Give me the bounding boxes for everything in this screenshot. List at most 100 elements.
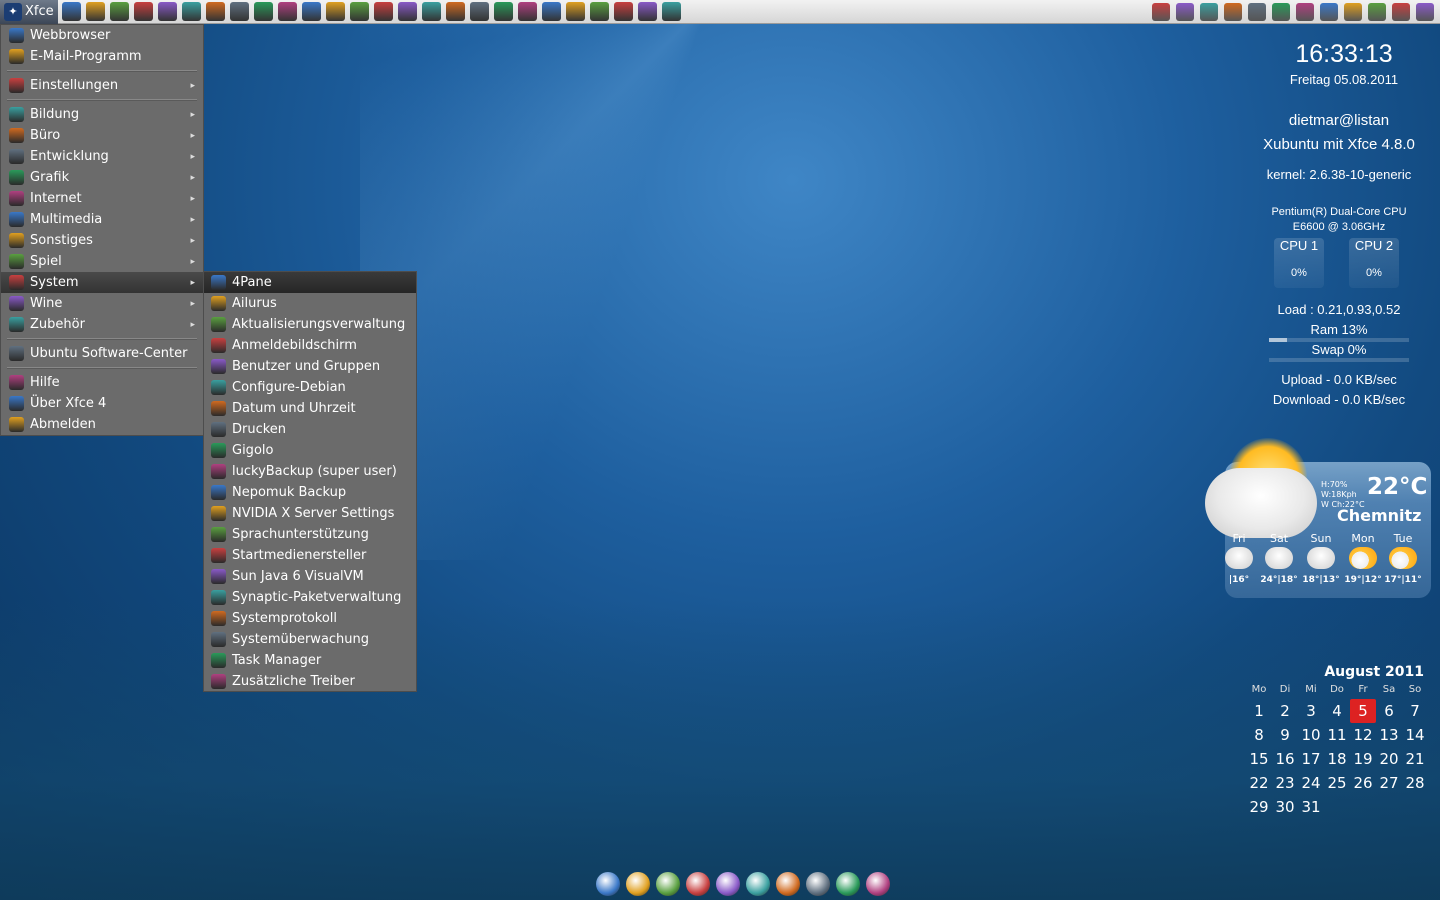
menu-item-zubehör[interactable]: Zubehör ▸ [1,314,203,335]
game-icon[interactable] [613,2,633,21]
music-icon[interactable] [589,2,609,21]
volume-icon[interactable] [1416,2,1434,21]
menu-item-büro[interactable]: Büro ▸ [1,125,203,146]
calendar-day: 6 [1384,702,1394,720]
calendar-day: 29 [1249,798,1269,816]
menu-item-startmedienersteller[interactable]: Startmedienersteller [204,545,416,566]
car-icon[interactable] [493,2,513,21]
opera-icon[interactable] [373,2,393,21]
menu-item-einstellungen[interactable]: Einstellungen ▸ [1,75,203,96]
menu-item-anmeldebildschirm[interactable]: Anmeldebildschirm [204,335,416,356]
menu-item-sonstiges[interactable]: Sonstiges ▸ [1,230,203,251]
menu-item-sprachunterstützung[interactable]: Sprachunterstützung [204,524,416,545]
pen-icon[interactable] [686,872,710,896]
menu-item-label: 4Pane [232,275,272,290]
menu-item-label: Gigolo [232,443,274,458]
network-updown-icon[interactable] [1368,2,1386,21]
camera-icon[interactable] [1200,2,1218,21]
calendar-week: 1234567 [1246,699,1430,723]
menu-item-label: Abmelden [30,417,96,432]
app-icon[interactable] [661,2,681,21]
menu-item-bildung[interactable]: Bildung ▸ [1,104,203,125]
menu-item-nepomuk-backup[interactable]: Nepomuk Backup [204,482,416,503]
globe-icon[interactable] [541,2,561,21]
menu-item-grafik[interactable]: Grafik ▸ [1,167,203,188]
people-icon[interactable] [637,2,657,21]
network-icon[interactable] [229,2,249,21]
calendar-day: 24 [1301,774,1321,792]
firefox-icon[interactable] [157,2,177,21]
hp-icon[interactable] [1344,2,1362,21]
menu-item-spiel[interactable]: Spiel ▸ [1,251,203,272]
menu-item-hilfe[interactable]: Hilfe [1,372,203,393]
keyboard-icon[interactable] [1272,2,1290,21]
files-icon[interactable] [133,2,153,21]
terminal-icon[interactable] [61,2,81,21]
chevron-right-icon: ▸ [190,298,195,309]
thunderbird-icon[interactable] [626,872,650,896]
menu-item-luckybackup-super-user-[interactable]: luckyBackup (super user) [204,461,416,482]
menu-item-ubuntu-software-center[interactable]: Ubuntu Software-Center [1,343,203,364]
calc-icon[interactable] [1176,2,1194,21]
menu-item-multimedia[interactable]: Multimedia ▸ [1,209,203,230]
menu-item-4pane[interactable]: 4Pane [204,272,416,293]
s-icon[interactable] [325,2,345,21]
menu-item-benutzer-und-gruppen[interactable]: Benutzer und Gruppen [204,356,416,377]
doc-icon[interactable] [469,2,489,21]
menu-item-systemprotokoll[interactable]: Systemprotokoll [204,608,416,629]
menu-item-synaptic-paketverwaltung[interactable]: Synaptic-Paketverwaltung [204,587,416,608]
menu-item-internet[interactable]: Internet ▸ [1,188,203,209]
opera-icon[interactable] [716,872,740,896]
text-editor-icon[interactable] [109,2,129,21]
menu-item-nvidia-x-server-settings[interactable]: NVIDIA X Server Settings [204,503,416,524]
menu-item-label: Nepomuk Backup [232,485,347,500]
calendar-day: 1 [1254,702,1264,720]
vlc-icon[interactable] [565,2,585,21]
menu-item-gigolo[interactable]: Gigolo [204,440,416,461]
pidgin-icon[interactable] [746,872,770,896]
help-icon [9,375,24,390]
menu-item-systemüberwachung[interactable]: Systemüberwachung [204,629,416,650]
language-icon [211,527,226,542]
disk-icon[interactable] [806,872,830,896]
menu-item-aktualisierungsverwaltung[interactable]: Aktualisierungsverwaltung [204,314,416,335]
ailurus-icon[interactable] [776,872,800,896]
ailurus-icon[interactable] [181,2,201,21]
pdf-icon[interactable] [1224,2,1242,21]
network-icon[interactable] [836,872,860,896]
menu-item-configure-debian[interactable]: Configure-Debian [204,377,416,398]
menu-item-datum-und-uhrzeit[interactable]: Datum und Uhrzeit [204,398,416,419]
menu-item-task-manager[interactable]: Task Manager [204,650,416,671]
menu-item-sun-java-6-visualvm[interactable]: Sun Java 6 VisualVM [204,566,416,587]
network-tool-icon[interactable] [517,2,537,21]
printer-icon[interactable] [1152,2,1170,21]
menu-item-drucken[interactable]: Drucken [204,419,416,440]
calendar-icon[interactable] [397,2,417,21]
xfce-menu-button[interactable]: ✦ Xfce [0,0,58,24]
image-icon[interactable] [445,2,465,21]
t-icon[interactable] [277,2,297,21]
menu-item-entwicklung[interactable]: Entwicklung ▸ [1,146,203,167]
menu-item-zusätzliche-treiber[interactable]: Zusätzliche Treiber [204,671,416,692]
search-icon[interactable] [253,2,273,21]
p-icon[interactable] [301,2,321,21]
mail-icon[interactable] [656,872,680,896]
menu-item-webbrowser[interactable]: Webbrowser [1,25,203,46]
menu-item-wine[interactable]: Wine ▸ [1,293,203,314]
menu-item-e-mail-programm[interactable]: E-Mail-Programm [1,46,203,67]
monitor-icon[interactable] [205,2,225,21]
menu-item-ailurus[interactable]: Ailurus [204,293,416,314]
chat-icon[interactable] [349,2,369,21]
menu-item-abmelden[interactable]: Abmelden [1,414,203,435]
display-icon[interactable] [866,872,890,896]
linux-icon[interactable] [1248,2,1266,21]
clipboard-icon[interactable] [1392,2,1410,21]
redhat-icon[interactable] [1320,2,1338,21]
settings-icon[interactable] [85,2,105,21]
window-icon[interactable] [1296,2,1314,21]
top-panel: ✦ Xfce [0,0,1440,24]
menu-item-system[interactable]: System ▸ [1,272,203,293]
chromium-icon[interactable] [596,872,620,896]
palette-icon[interactable] [421,2,441,21]
menu-item-über-xfce-4[interactable]: Über Xfce 4 [1,393,203,414]
